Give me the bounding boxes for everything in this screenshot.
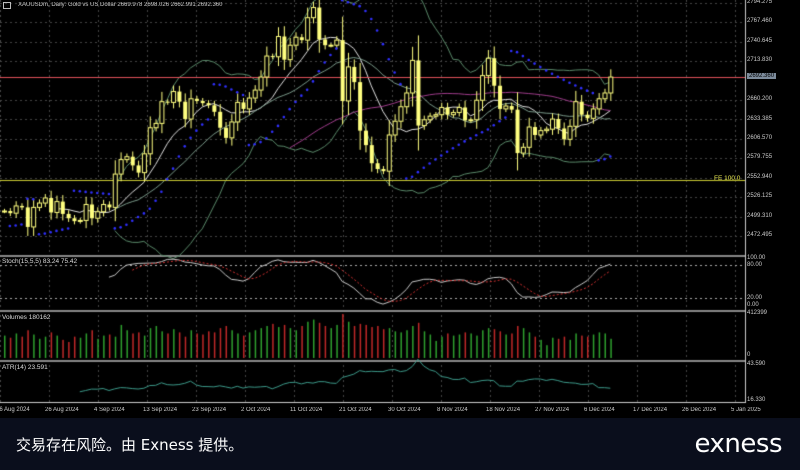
- volumes-label: Volumes 180162: [2, 314, 51, 321]
- y-tick-label: 2579.755: [747, 154, 773, 161]
- x-tick-label: 6 Dec 2024: [584, 407, 615, 413]
- y-tick-label: 2767.460: [747, 18, 773, 25]
- x-tick-label: 18 Nov 2024: [486, 407, 521, 413]
- subpanel-tick-label: 100.00: [747, 255, 766, 261]
- x-tick-label: 26 Aug 2024: [45, 407, 79, 413]
- x-tick-label: 11 Oct 2024: [290, 407, 323, 413]
- x-tick-label: 23 Sep 2024: [192, 407, 227, 413]
- y-tick-label: 2526.125: [747, 193, 773, 200]
- chart-title: XAUUSDm, Daily: Gold vs US Dollar 2669.9…: [18, 2, 223, 8]
- exness-logo: exness: [694, 429, 783, 459]
- x-tick-label: 27 Nov 2024: [535, 407, 570, 413]
- x-tick-label: 30 Oct 2024: [388, 407, 421, 413]
- y-tick-label: 2552.940: [747, 173, 773, 180]
- price-chart-canvas[interactable]: [0, 0, 800, 418]
- y-tick-label: 2794.275: [747, 0, 773, 5]
- y-tick-label: 2713.830: [747, 57, 773, 64]
- subpanel-tick-label: 16.330: [747, 397, 766, 403]
- x-tick-label: 13 Sep 2024: [143, 407, 178, 413]
- stoch-label: Stoch(15,5,5) 83.24 75.42: [2, 258, 78, 265]
- y-tick-label: 2633.385: [747, 115, 773, 122]
- x-tick-label: 16 Aug 2024: [0, 407, 30, 413]
- x-tick-label: 26 Dec 2024: [682, 407, 717, 413]
- x-tick-label: 21 Oct 2024: [339, 407, 372, 413]
- footer-banner: 交易存在风险。由 Exness 提供。 exness: [0, 418, 800, 470]
- current-price-tag: 2692.360: [747, 72, 777, 79]
- y-tick-label: 2606.570: [747, 134, 773, 141]
- fe-label: FE 100.0: [714, 175, 741, 182]
- y-tick-label: 2499.310: [747, 212, 773, 219]
- risk-disclaimer: 交易存在风险。由 Exness 提供。: [16, 436, 244, 454]
- x-tick-label: 8 Nov 2024: [437, 407, 468, 413]
- subpanel-tick-label: 43.590: [747, 361, 766, 367]
- subpanel-tick-label: 80.00: [747, 262, 763, 268]
- x-tick-label: 4 Sep 2024: [94, 407, 125, 413]
- atr-label: ATR(14) 23.591: [2, 364, 48, 371]
- x-tick-label: 17 Dec 2024: [633, 407, 668, 413]
- subpanel-tick-label: 20.00: [747, 295, 763, 301]
- subpanel-tick-label: 0.00: [747, 302, 759, 308]
- x-tick-label: 5 Jan 2025: [731, 407, 761, 413]
- y-tick-label: 2660.200: [747, 96, 773, 103]
- subpanel-tick-label: 412399: [747, 310, 768, 316]
- y-tick-label: 2740.645: [747, 37, 773, 44]
- y-tick-label: 2472.495: [747, 232, 773, 238]
- subpanel-tick-label: 0: [747, 352, 751, 358]
- x-tick-label: 2 Oct 2024: [241, 407, 271, 413]
- chart-window-icon[interactable]: [3, 2, 11, 9]
